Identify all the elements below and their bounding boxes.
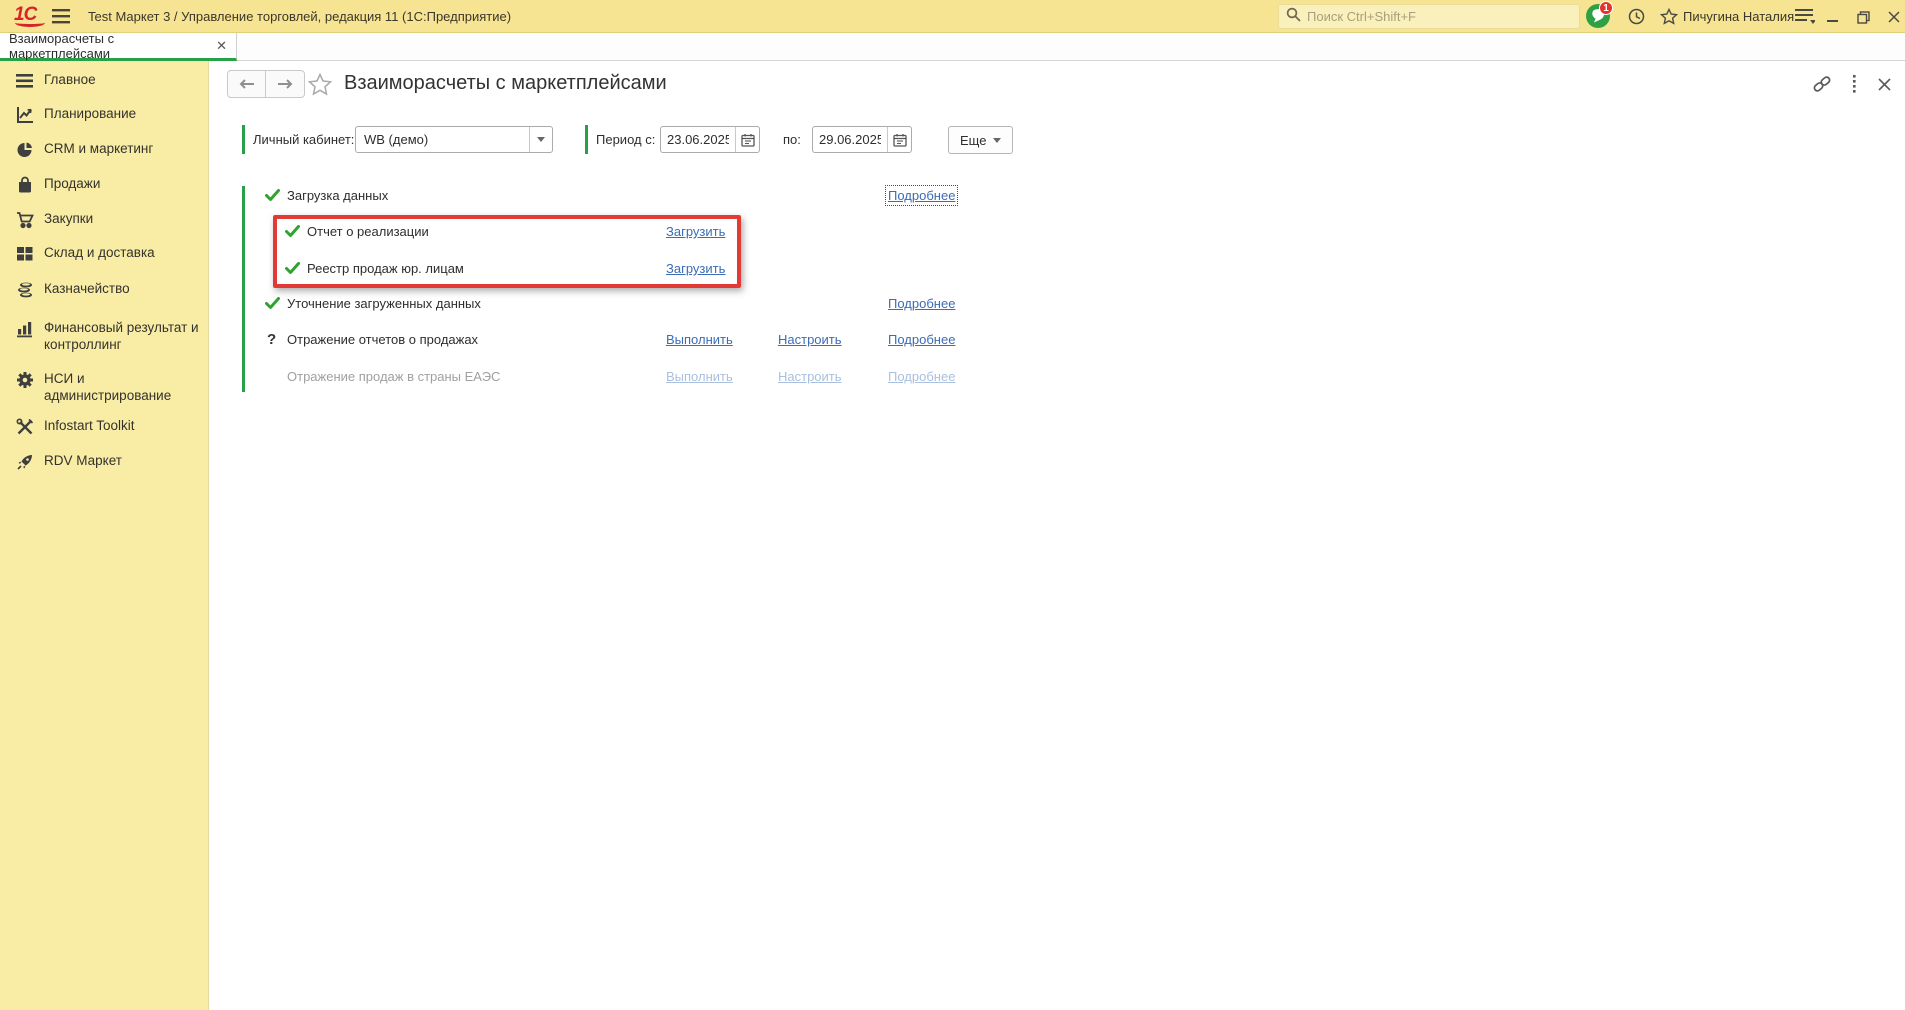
tab-settlements-marketplaces[interactable]: Взаиморасчеты с маркетплейсами ✕ (0, 30, 237, 61)
notifications-button[interactable]: 1 (1586, 1, 1613, 29)
period-from-field[interactable] (660, 126, 760, 153)
calendar-icon[interactable] (735, 127, 759, 152)
search-icon (1286, 7, 1301, 27)
tab-bar: Взаиморасчеты с маркетплейсами ✕ (0, 30, 1905, 61)
history-icon[interactable] (1628, 8, 1645, 30)
close-window-icon[interactable] (1886, 10, 1902, 24)
favorite-star-icon[interactable] (307, 72, 333, 101)
check-icon (285, 225, 300, 243)
tools-icon (16, 418, 34, 436)
main-menu-icon[interactable] (52, 9, 70, 29)
filter-group-bar (585, 125, 588, 154)
more-button[interactable]: Еще (948, 126, 1014, 154)
treasury-coins-icon (16, 281, 34, 299)
check-icon (265, 297, 280, 315)
more-actions-icon[interactable] (1853, 75, 1857, 98)
check-icon (285, 262, 300, 280)
cabinet-dropdown-icon[interactable] (529, 127, 552, 152)
load-link[interactable]: Загрузить (666, 224, 725, 239)
sections-sidebar: Главное Планирование CRM и маркетинг Про… (0, 61, 209, 1010)
search-input[interactable] (1307, 9, 1572, 24)
sidebar-item-prodazhi[interactable]: Продажи (0, 175, 209, 194)
cabinet-label: Личный кабинет: (253, 132, 355, 147)
purchases-cart-icon (16, 211, 34, 229)
check-icon (265, 189, 280, 207)
1c-logo: 1С (14, 4, 48, 29)
period-from-input[interactable] (661, 132, 735, 147)
tab-close-icon[interactable]: ✕ (216, 38, 227, 54)
sidebar-item-rdv-market[interactable]: RDV Маркет (0, 452, 209, 471)
load-link[interactable]: Загрузить (666, 261, 725, 276)
calendar-icon[interactable] (887, 127, 911, 152)
notification-badge: 1 (1599, 1, 1613, 15)
page-title: Взаиморасчеты с маркетплейсами (344, 72, 667, 94)
planning-icon (16, 106, 34, 124)
sales-bag-icon (16, 176, 34, 194)
cabinet-value: WB (демо) (364, 132, 429, 147)
period-to-field[interactable] (812, 126, 912, 153)
details-link[interactable]: Подробнее (888, 296, 955, 311)
back-button[interactable] (227, 70, 266, 98)
main-content: Взаиморасчеты с маркетплейсами Личный ка… (209, 61, 1905, 1010)
task-group-bar (242, 186, 245, 392)
details-link[interactable]: Подробнее (884, 185, 959, 206)
finance-chart-icon (16, 320, 34, 338)
period-from-label: Период с: (596, 132, 656, 147)
sidebar-item-kaznacheystvo[interactable]: Казначейство (0, 280, 209, 299)
menu-icon (16, 72, 34, 90)
sidebar-item-nsi[interactable]: НСИ и администрирование (0, 370, 209, 404)
restore-button[interactable] (1855, 10, 1871, 24)
sidebar-item-glavnoe[interactable]: Главное (0, 71, 209, 90)
sidebar-item-finrezultat[interactable]: Финансовый результат и контроллинг (0, 319, 209, 353)
window-title: Test Маркет 3 / Управление торговлей, ре… (88, 9, 512, 24)
question-icon: ? (267, 331, 277, 348)
configure-link[interactable]: Настроить (778, 332, 842, 347)
filter-group-bar (242, 125, 245, 154)
configure-link[interactable]: Настроить (778, 369, 842, 384)
period-to-input[interactable] (813, 132, 887, 147)
caret-down-icon (993, 137, 1002, 143)
current-user[interactable]: Пичугина Наталия (1683, 9, 1794, 24)
rocket-icon (16, 453, 34, 471)
crm-pie-icon (16, 141, 34, 159)
sidebar-item-sklad[interactable]: Склад и доставка (0, 244, 209, 263)
details-link[interactable]: Подробнее (888, 332, 955, 347)
favorites-star-icon[interactable] (1659, 7, 1679, 30)
user-menu-icon[interactable] (1795, 8, 1816, 29)
forward-button[interactable] (266, 70, 305, 98)
global-search[interactable] (1278, 4, 1580, 29)
minimize-button[interactable] (1824, 10, 1840, 24)
details-link[interactable]: Подробнее (888, 369, 955, 384)
run-link[interactable]: Выполнить (666, 332, 733, 347)
form-command-icons (1812, 75, 1891, 98)
close-form-icon[interactable] (1878, 77, 1891, 96)
run-link[interactable]: Выполнить (666, 369, 733, 384)
period-to-label: по: (783, 132, 801, 147)
cabinet-select[interactable]: WB (демо) (355, 126, 553, 153)
sidebar-item-infostart[interactable]: Infostart Toolkit (0, 417, 209, 436)
sidebar-item-planirovanie[interactable]: Планирование (0, 105, 209, 124)
warehouse-grid-icon (16, 245, 34, 263)
gear-icon (16, 371, 34, 389)
tab-label: Взаиморасчеты с маркетплейсами (9, 30, 115, 61)
get-link-icon[interactable] (1812, 75, 1832, 98)
window-titlebar: 1С Test Маркет 3 / Управление торговлей,… (0, 0, 1905, 33)
sidebar-item-zakupki[interactable]: Закупки (0, 210, 209, 229)
nav-history-buttons (227, 70, 305, 98)
sidebar-item-crm[interactable]: CRM и маркетинг (0, 140, 209, 159)
